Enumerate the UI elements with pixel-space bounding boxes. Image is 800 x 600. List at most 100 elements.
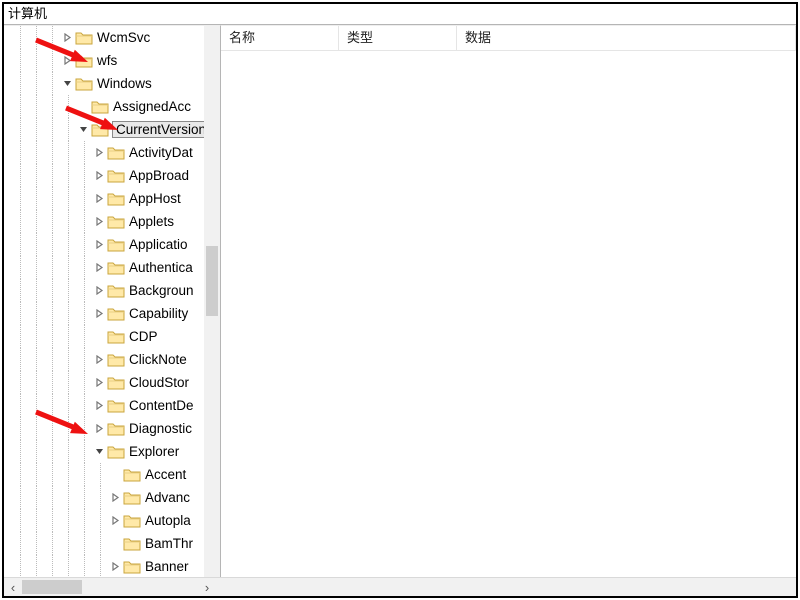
hscroll-left-arrow-icon[interactable]: ‹ xyxy=(4,578,22,596)
chevron-down-icon[interactable] xyxy=(60,77,74,91)
tree-item-label: Diagnostic xyxy=(129,421,192,436)
folder-icon xyxy=(107,375,125,391)
tree-vertical-scroll-thumb[interactable] xyxy=(206,246,218,316)
hscroll-right-arrow-icon[interactable]: › xyxy=(198,578,216,596)
window-frame: 计算机 WcmSvc wfs Windows AssignedAcc CurrentVe… xyxy=(2,2,798,598)
folder-icon xyxy=(75,53,93,69)
tree-item[interactable]: ClickNote xyxy=(4,348,220,371)
tree-item[interactable]: Explorer xyxy=(4,440,220,463)
tree-item-label: CurrentVersion xyxy=(112,121,210,138)
tree-vertical-scrollbar[interactable] xyxy=(204,26,220,578)
chevron-right-icon[interactable] xyxy=(92,353,106,367)
tree-item[interactable]: BamThr xyxy=(4,532,220,555)
chevron-right-icon[interactable] xyxy=(92,284,106,298)
chevron-right-icon[interactable] xyxy=(92,146,106,160)
folder-icon xyxy=(107,214,125,230)
tree-item[interactable]: Diagnostic xyxy=(4,417,220,440)
chevron-right-icon[interactable] xyxy=(92,192,106,206)
folder-icon xyxy=(107,237,125,253)
tree-item-label: ClickNote xyxy=(129,352,187,367)
tree-item[interactable]: Banner xyxy=(4,555,220,578)
tree-item[interactable]: Autopla xyxy=(4,509,220,532)
tree-item-label: Autopla xyxy=(145,513,191,528)
tree-item-label: wfs xyxy=(97,53,117,68)
tree-item-label: Applicatio xyxy=(129,237,188,252)
folder-icon xyxy=(107,306,125,322)
tree-item[interactable]: Windows xyxy=(4,72,220,95)
address-bar: 计算机 xyxy=(4,4,796,25)
tree-item-label: CloudStor xyxy=(129,375,189,390)
column-header-name[interactable]: 名称 xyxy=(221,26,339,50)
tree-item-label: Banner xyxy=(145,559,189,574)
chevron-right-icon[interactable] xyxy=(60,54,74,68)
folder-icon xyxy=(123,559,141,575)
folder-icon xyxy=(91,99,109,115)
chevron-right-icon[interactable] xyxy=(60,31,74,45)
tree-item-label: ActivityDat xyxy=(129,145,193,160)
tree-item[interactable]: Capability xyxy=(4,302,220,325)
chevron-right-icon[interactable] xyxy=(92,169,106,183)
tree-pane[interactable]: WcmSvc wfs Windows AssignedAcc CurrentVersio… xyxy=(4,25,221,578)
tree-item-label: Advanc xyxy=(145,490,190,505)
values-pane[interactable]: 名称 类型 数据 xyxy=(221,25,796,578)
tree-item[interactable]: AssignedAcc xyxy=(4,95,220,118)
tree-item[interactable]: Applets xyxy=(4,210,220,233)
tree-horizontal-scroll-thumb[interactable] xyxy=(22,580,82,594)
tree-item[interactable]: Applicatio xyxy=(4,233,220,256)
tree-root: WcmSvc wfs Windows AssignedAcc CurrentVersio… xyxy=(4,26,220,578)
folder-icon xyxy=(107,168,125,184)
folder-icon xyxy=(107,283,125,299)
tree-item-label: AssignedAcc xyxy=(113,99,191,114)
tree-item-label: Explorer xyxy=(129,444,179,459)
chevron-right-icon[interactable] xyxy=(108,560,122,574)
tree-item-label: ContentDe xyxy=(129,398,194,413)
tree-item[interactable]: CurrentVersion xyxy=(4,118,220,141)
tree-item[interactable]: AppBroad xyxy=(4,164,220,187)
tree-item[interactable]: Authentica xyxy=(4,256,220,279)
chevron-down-icon[interactable] xyxy=(92,445,106,459)
folder-icon xyxy=(91,122,109,138)
folder-icon xyxy=(107,260,125,276)
chevron-right-icon[interactable] xyxy=(92,376,106,390)
tree-item-label: Applets xyxy=(129,214,174,229)
chevron-down-icon[interactable] xyxy=(76,123,90,137)
chevron-right-icon[interactable] xyxy=(92,215,106,229)
tree-item-label: CDP xyxy=(129,329,158,344)
tree-item-label: AppHost xyxy=(129,191,181,206)
folder-icon xyxy=(107,444,125,460)
column-header-data[interactable]: 数据 xyxy=(457,26,796,50)
tree-item-label: Windows xyxy=(97,76,152,91)
folder-icon xyxy=(107,191,125,207)
folder-icon xyxy=(107,145,125,161)
tree-item[interactable]: ContentDe xyxy=(4,394,220,417)
folder-icon xyxy=(107,352,125,368)
tree-item[interactable]: wfs xyxy=(4,49,220,72)
tree-item-label: Capability xyxy=(129,306,188,321)
folder-icon xyxy=(107,329,125,345)
tree-item[interactable]: AppHost xyxy=(4,187,220,210)
chevron-right-icon[interactable] xyxy=(92,399,106,413)
tree-item-label: Backgroun xyxy=(129,283,194,298)
tree-item[interactable]: Backgroun xyxy=(4,279,220,302)
tree-item[interactable]: ActivityDat xyxy=(4,141,220,164)
tree-horizontal-scrollbar[interactable]: ‹ › xyxy=(4,577,796,596)
folder-icon xyxy=(123,513,141,529)
tree-item-label: BamThr xyxy=(145,536,193,551)
folder-icon xyxy=(107,398,125,414)
chevron-right-icon[interactable] xyxy=(92,261,106,275)
expander-placeholder xyxy=(92,330,106,344)
chevron-right-icon[interactable] xyxy=(92,422,106,436)
tree-item[interactable]: CloudStor xyxy=(4,371,220,394)
chevron-right-icon[interactable] xyxy=(108,491,122,505)
body-area: WcmSvc wfs Windows AssignedAcc CurrentVersio… xyxy=(4,25,796,596)
tree-item[interactable]: Advanc xyxy=(4,486,220,509)
folder-icon xyxy=(123,536,141,552)
tree-item[interactable]: Accent xyxy=(4,463,220,486)
chevron-right-icon[interactable] xyxy=(92,307,106,321)
chevron-right-icon[interactable] xyxy=(92,238,106,252)
tree-item[interactable]: WcmSvc xyxy=(4,26,220,49)
tree-item[interactable]: CDP xyxy=(4,325,220,348)
chevron-right-icon[interactable] xyxy=(108,514,122,528)
column-header-type[interactable]: 类型 xyxy=(339,26,457,50)
folder-icon xyxy=(123,490,141,506)
